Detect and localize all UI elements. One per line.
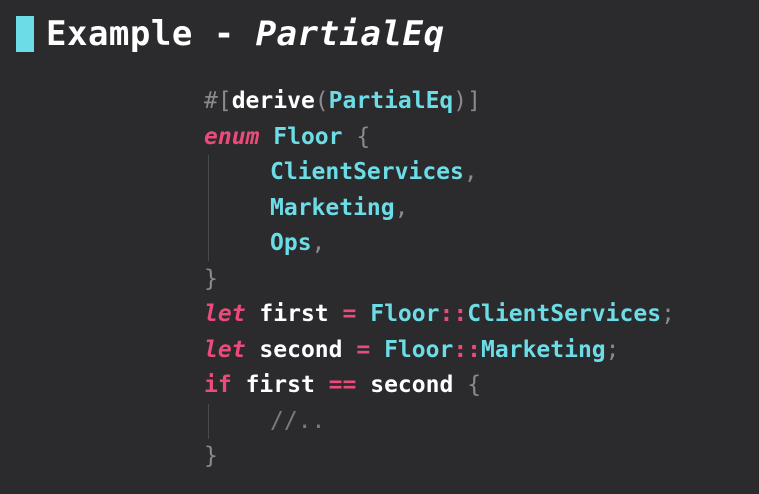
attr-open-paren: ( <box>314 88 329 114</box>
code-line-5: Ops, <box>204 226 675 262</box>
slide-header: Example - PartialEq <box>16 14 444 54</box>
code-line-11: } <box>204 439 675 475</box>
op-equals: == <box>328 372 357 398</box>
attr-derive: derive <box>231 88 315 114</box>
attr-close: )] <box>453 88 481 114</box>
comma: , <box>311 230 326 256</box>
variant-client-services: ClientServices <box>270 159 464 185</box>
semicolon: ; <box>605 336 620 363</box>
code-line-8: let second = Floor::Marketing; <box>204 333 675 369</box>
code-line-2: enum Floor { <box>204 120 675 156</box>
attr-type: PartialEq <box>328 88 454 114</box>
keyword-let: let <box>204 301 246 327</box>
comma: , <box>463 159 478 185</box>
path-client-services: ClientServices <box>467 301 662 327</box>
var-second: second <box>259 336 343 363</box>
brace-close: } <box>204 265 218 292</box>
code-line-10: //.. <box>204 404 675 440</box>
keyword-if: if <box>204 372 232 398</box>
slide-title: Example - PartialEq <box>46 14 444 54</box>
brace-open: { <box>467 372 482 398</box>
path-separator: :: <box>439 301 468 327</box>
title-accent-bar <box>16 16 34 52</box>
comment: //.. <box>270 407 326 434</box>
brace-close: } <box>204 443 218 469</box>
var-first-ref: first <box>245 372 315 398</box>
keyword-enum: enum <box>204 123 260 150</box>
path-floor: Floor <box>384 336 454 363</box>
code-line-7: let first = Floor::ClientServices; <box>204 297 675 333</box>
code-block: #[derive(PartialEq)] enum Floor { Client… <box>204 84 675 475</box>
keyword-let: let <box>204 336 246 363</box>
code-line-6: } <box>204 262 675 298</box>
title-prefix: Example - <box>46 14 256 54</box>
enum-name: Floor <box>273 123 343 150</box>
title-emphasis: PartialEq <box>255 14 445 54</box>
variant-marketing: Marketing <box>270 194 395 221</box>
code-line-1: #[derive(PartialEq)] <box>204 84 675 120</box>
variant-ops: Ops <box>270 230 312 256</box>
code-line-9: if first == second { <box>204 368 675 404</box>
op-assign: = <box>342 301 357 327</box>
var-first: first <box>259 301 329 327</box>
code-line-3: ClientServices, <box>204 155 675 191</box>
path-floor: Floor <box>370 301 440 327</box>
attr-hash: #[ <box>204 88 232 114</box>
semicolon: ; <box>661 301 675 327</box>
comma: , <box>394 194 409 221</box>
path-separator: :: <box>453 336 482 363</box>
var-second-ref: second <box>370 372 454 398</box>
path-marketing: Marketing <box>481 336 606 363</box>
op-assign: = <box>356 336 371 363</box>
code-line-4: Marketing, <box>204 191 675 227</box>
brace-open: { <box>356 123 371 150</box>
